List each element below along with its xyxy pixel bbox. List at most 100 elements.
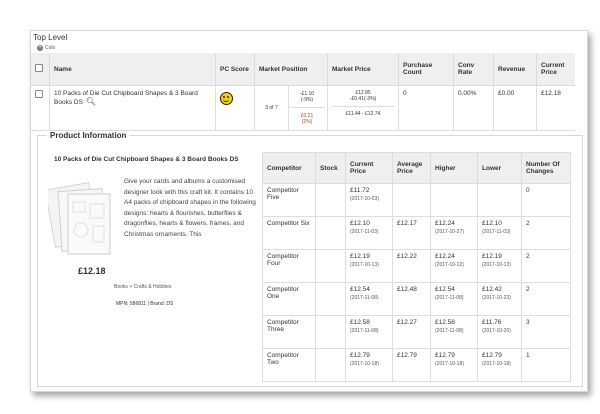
purchase-count: 0: [398, 85, 454, 131]
competitor-stock: [315, 282, 346, 316]
competitor-row[interactable]: Competitor Four £12.19 (2017-10-13) £12.2…: [262, 249, 571, 283]
market-difference: -£0.41(-3%): [349, 96, 377, 102]
table-header-row: Name PC Score Market Position Market Pri…: [31, 53, 575, 86]
diff-to-leader: -£1.10 (-9%): [289, 86, 325, 108]
competitor-current-price: £12.54 (2017-11-08): [345, 282, 393, 316]
row-select-cell: [31, 85, 50, 131]
competitor-changes: 2: [521, 216, 571, 250]
col-current-price[interactable]: Current Price: [345, 152, 393, 184]
competitor-lower: £12.19 (2017-10-13): [477, 249, 522, 283]
col-name[interactable]: Name: [49, 53, 216, 86]
competitor-name: Competitor Three: [262, 315, 316, 349]
col-average-price[interactable]: Average Price: [392, 152, 431, 184]
competitor-changes: 3: [521, 315, 571, 349]
competitor-changes: 1: [521, 348, 571, 382]
competitor-table: Competitor Stock Current Price Average P…: [262, 152, 571, 382]
competitor-name: Competitor Five: [262, 183, 316, 217]
competitor-lower: £12.10 (2017-11-03): [477, 216, 522, 250]
cols-toggle[interactable]: + Cols: [37, 45, 55, 51]
smiley-face-icon: [220, 92, 233, 105]
products-table: Name PC Score Market Position Market Pri…: [31, 53, 575, 131]
product-name-cell: 10 Packs of Die Cut Chipboard Shapes & 3…: [49, 85, 216, 131]
table-row[interactable]: 10 Packs of Die Cut Chipboard Shapes & 3…: [31, 85, 575, 131]
competitor-stock: [315, 315, 346, 349]
competitor-lower: [477, 183, 522, 217]
competitor-current-price: £12.79 (2017-10-18): [345, 348, 393, 382]
col-market-position[interactable]: Market Position: [254, 53, 328, 86]
market-position-cell: 3 of 7 -£1.10 (-9%) £0.21 (2%): [254, 85, 328, 131]
competitor-current-price: £11.72 (2017-10-03): [345, 183, 393, 217]
plus-icon: +: [37, 45, 43, 51]
col-stock[interactable]: Stock: [315, 152, 346, 184]
competitor-lower: £11.76 (2017-10-20): [477, 315, 522, 349]
col-revenue[interactable]: Revenue: [493, 53, 537, 86]
product-category[interactable]: Books > Crafts & Hobbies: [114, 284, 171, 290]
competitor-changes: 2: [521, 249, 571, 283]
section-title: Product Information: [46, 131, 131, 140]
competitor-average-price: £12.17: [392, 216, 431, 250]
competitor-row[interactable]: Competitor One £12.54 (2017-11-08) £12.48…: [262, 282, 571, 316]
select-all-cell: [31, 53, 50, 86]
product-information-section: Product Information 10 Packs of Die Cut …: [37, 131, 583, 387]
market-rank: 3 of 7: [255, 86, 289, 130]
cols-label: Cols: [45, 45, 56, 51]
row-checkbox[interactable]: [35, 90, 43, 98]
competitor-lower: £12.79 (2017-10-18): [477, 348, 522, 382]
pc-score-cell: [215, 85, 255, 131]
competitor-higher: £12.54 (2017-11-08): [430, 282, 478, 316]
col-competitor[interactable]: Competitor: [262, 152, 316, 184]
competitor-higher: £12.24 (2017-10-27): [430, 216, 478, 250]
competitor-changes: 2: [521, 282, 571, 316]
col-higher[interactable]: Higher: [430, 152, 478, 184]
competitor-stock: [315, 183, 346, 217]
col-pc-score[interactable]: PC Score: [215, 53, 255, 86]
competitor-header-row: Competitor Stock Current Price Average P…: [262, 152, 571, 184]
competitor-name: Competitor Two: [262, 348, 316, 382]
market-price-cell: £12.85 -£0.41(-3%) £11.44 - £12.74: [327, 85, 399, 131]
zoom-icon[interactable]: 🔍︎: [86, 97, 96, 106]
competitor-average-price: [392, 183, 431, 217]
col-number-of-changes[interactable]: Number Of Changes: [521, 152, 571, 184]
col-purchase-count[interactable]: Purchase Count: [398, 53, 454, 86]
competitor-stock: [315, 348, 346, 382]
competitor-higher: £12.24 (2017-10-12): [430, 249, 478, 283]
col-market-price[interactable]: Market Price: [327, 53, 399, 86]
competitor-average-price: £12.79: [392, 348, 431, 382]
competitor-average-price: £12.48: [392, 282, 431, 316]
competitor-higher: £12.58 (2017-11-08): [430, 315, 478, 349]
col-current-price[interactable]: Current Price: [536, 53, 575, 86]
competitor-average-price: £12.22: [392, 249, 431, 283]
report-panel: Top Level + Cols Name PC Score Market Po…: [30, 30, 588, 392]
market-range: £11.44 - £12.74: [332, 106, 394, 117]
product-description: Give your cards and albums a customised …: [124, 178, 256, 238]
competitor-name: Competitor Six: [262, 216, 316, 250]
competitor-average-price: £12.27: [392, 315, 431, 349]
product-price: £12.18: [78, 266, 106, 276]
competitor-name: Competitor Four: [262, 249, 316, 283]
page-title: Top Level: [33, 33, 68, 42]
product-mpn-brand: MPN: 586811 | Brand: DS: [116, 301, 174, 307]
product-title: 10 Packs of Die Cut Chipboard Shapes & 3…: [54, 156, 239, 163]
col-lower[interactable]: Lower: [477, 152, 522, 184]
competitor-changes: 0: [521, 183, 571, 217]
select-all-checkbox[interactable]: [35, 64, 43, 72]
competitor-row[interactable]: Competitor Two £12.79 (2017-10-18) £12.79…: [262, 348, 571, 382]
col-conv-rate[interactable]: Conv Rate: [453, 53, 494, 86]
competitor-higher: [430, 183, 478, 217]
diff-to-next: £0.21 (2%): [300, 113, 314, 125]
competitor-current-price: £12.19 (2017-10-13): [345, 249, 393, 283]
competitor-row[interactable]: Competitor Six £12.10 (2017-11-03) £12.17…: [262, 216, 571, 250]
competitor-name: Competitor One: [262, 282, 316, 316]
product-name[interactable]: 10 Packs of Die Cut Chipboard Shapes & 3…: [54, 90, 198, 106]
competitor-stock: [315, 249, 346, 283]
competitor-higher: £12.79 (2017-10-18): [430, 348, 478, 382]
competitor-stock: [315, 216, 346, 250]
current-price: £12.18: [536, 85, 575, 131]
competitor-row[interactable]: Competitor Five £11.72 (2017-10-03) 0: [262, 183, 571, 217]
product-image: [48, 182, 111, 255]
competitor-current-price: £12.10 (2017-11-03): [345, 216, 393, 250]
competitor-current-price: £12.58 (2017-11-08): [345, 315, 393, 349]
competitor-row[interactable]: Competitor Three £12.58 (2017-11-08) £12.…: [262, 315, 571, 349]
revenue: £0.00: [493, 85, 537, 131]
competitor-lower: £12.42 (2017-10-23): [477, 282, 522, 316]
